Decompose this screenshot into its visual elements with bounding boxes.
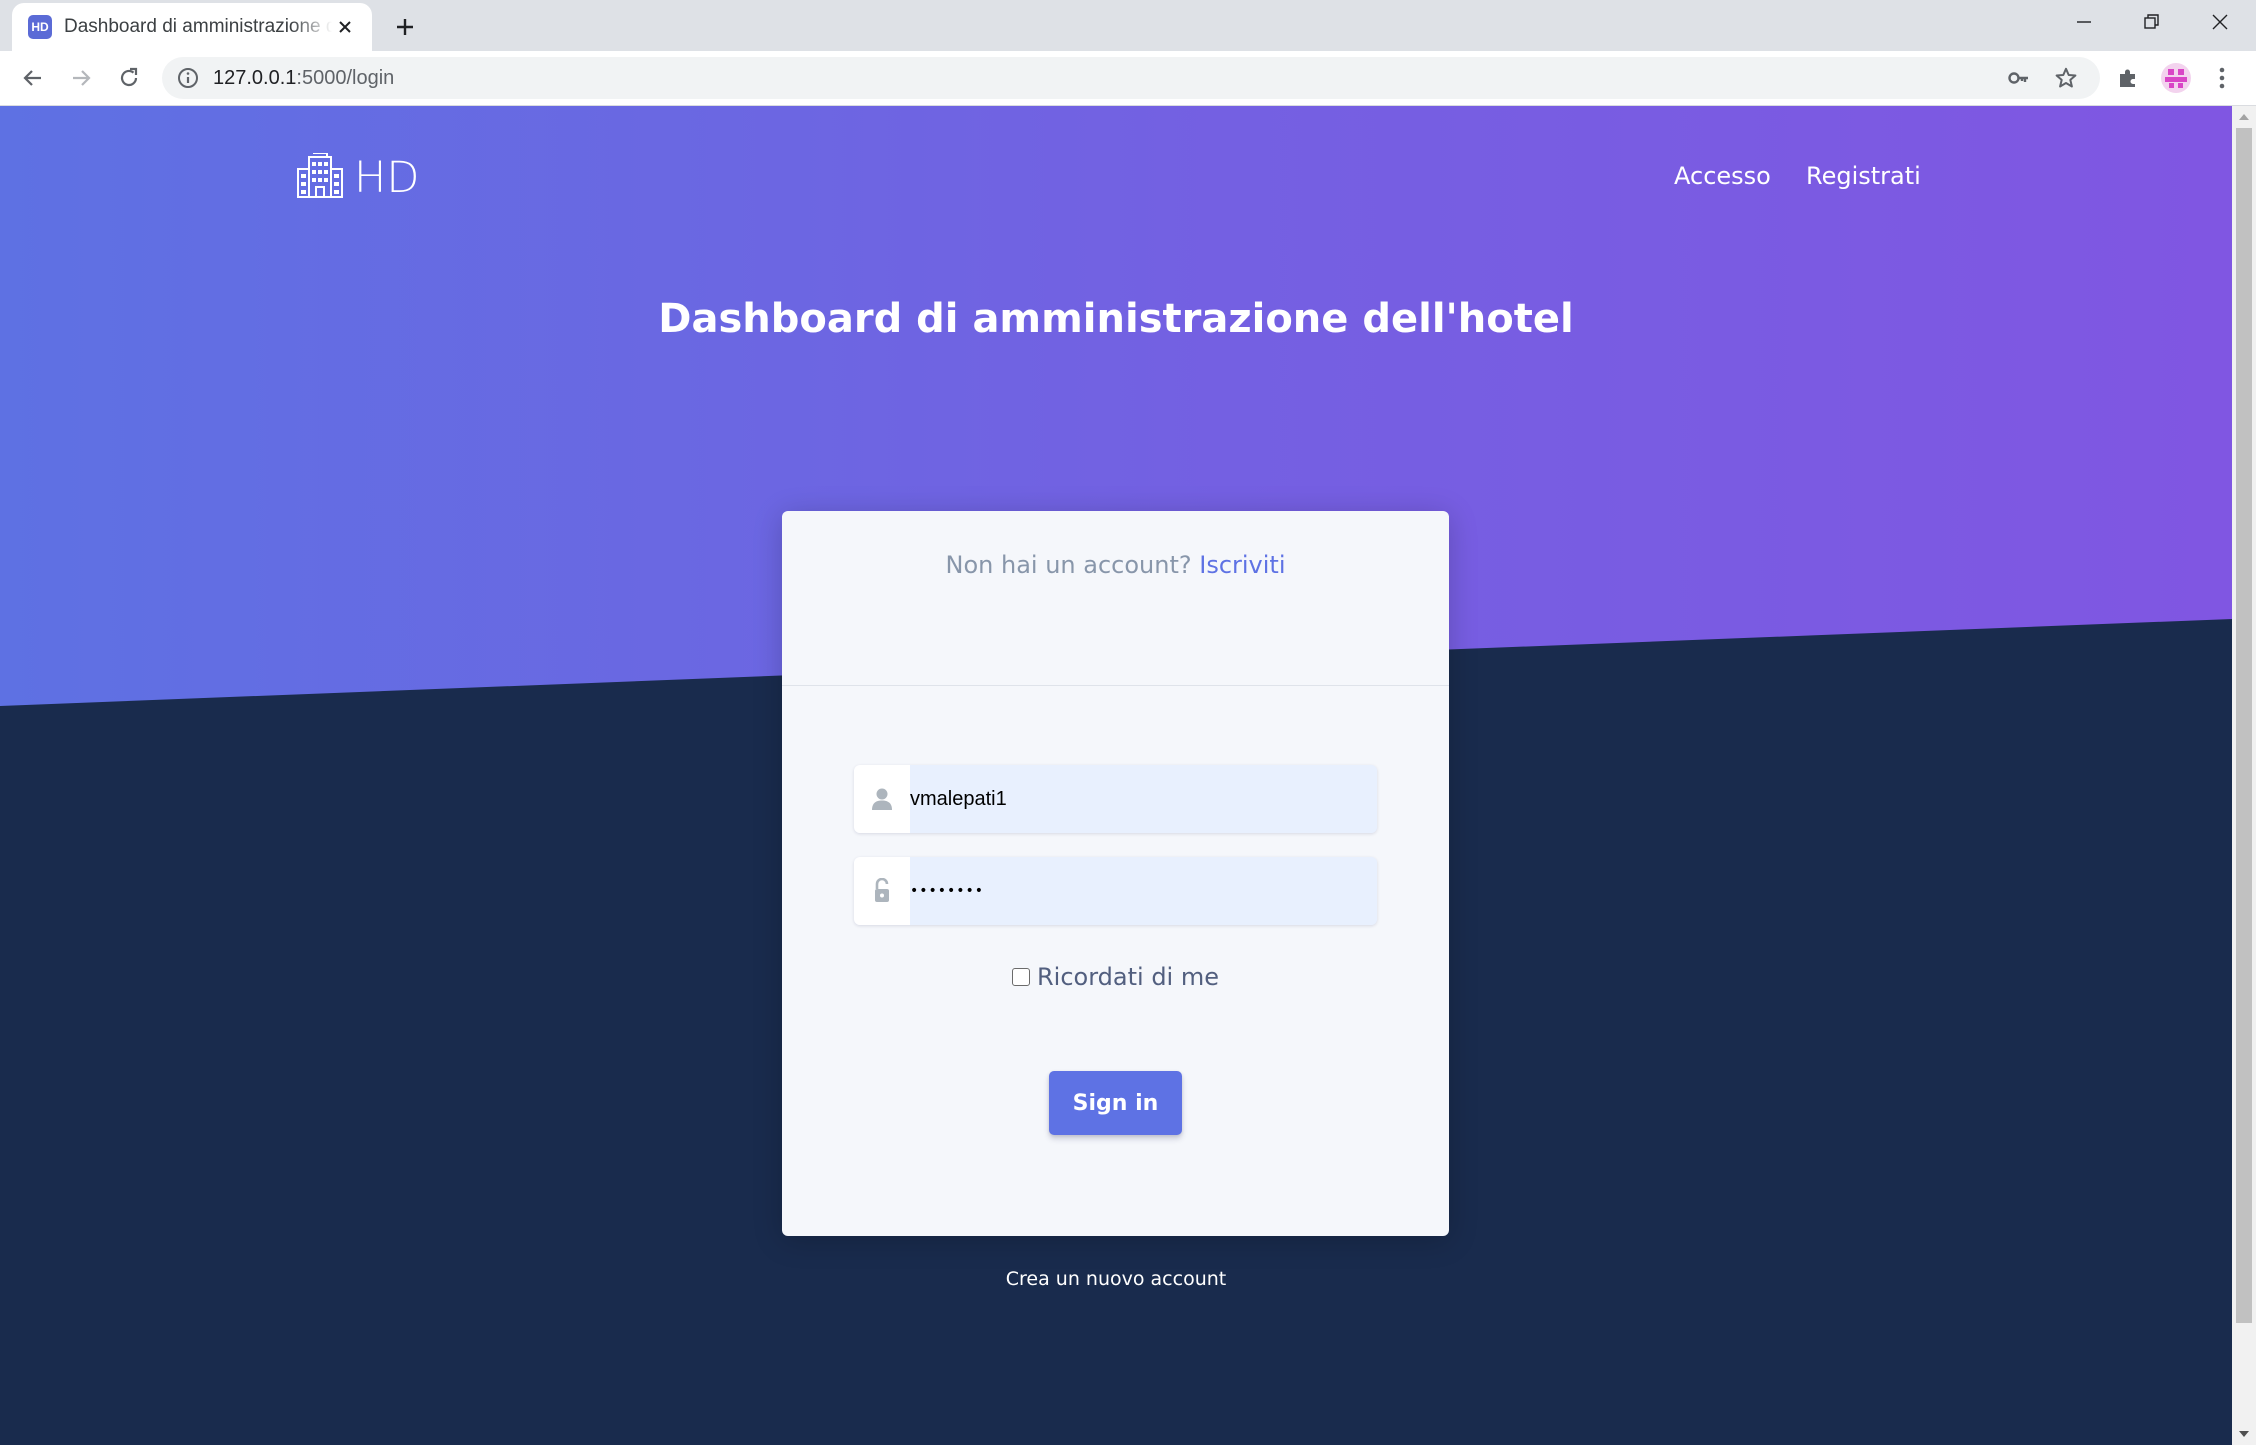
reload-icon[interactable]	[110, 59, 148, 97]
browser-toolbar: 127.0.0.1:5000/login	[0, 51, 2256, 106]
signup-prompt: Non hai un account? Iscriviti	[782, 551, 1449, 579]
nav-register-link[interactable]: Registrati	[1806, 156, 1921, 196]
kebab-menu-icon[interactable]	[2206, 62, 2238, 94]
username-input[interactable]	[910, 765, 1377, 833]
create-account-link[interactable]: Crea un nuovo account	[0, 1268, 2232, 1290]
window-close-icon[interactable]	[2186, 0, 2254, 44]
user-icon	[854, 765, 910, 833]
puzzle-icon[interactable]	[2112, 62, 2144, 94]
card-header: Non hai un account? Iscriviti	[782, 511, 1449, 686]
remember-label[interactable]: Ricordati di me	[1037, 963, 1219, 991]
scroll-down-icon[interactable]	[2238, 1428, 2250, 1440]
key-icon[interactable]	[2004, 64, 2032, 92]
arrow-right-icon[interactable]	[62, 59, 100, 97]
arrow-left-icon[interactable]	[14, 59, 52, 97]
address-bar[interactable]: 127.0.0.1:5000/login	[162, 57, 2100, 99]
minimize-icon[interactable]	[2050, 0, 2118, 44]
url-host: 127.0.0.1	[213, 67, 297, 89]
login-card: Non hai un account? Iscriviti Ricordati …	[782, 511, 1449, 1236]
nav-login-link[interactable]: Accesso	[1674, 156, 1771, 196]
avatar-icon[interactable]	[2160, 62, 2192, 94]
page-title: Dashboard di amministrazione dell'hotel	[658, 296, 1574, 342]
page-viewport: HD Accesso Registrati Dashboard di ammin…	[0, 106, 2232, 1445]
scrollbar-thumb[interactable]	[2236, 128, 2252, 1323]
browser-tab[interactable]: HD Dashboard di amministrazione dell'hot…	[12, 3, 372, 51]
close-icon[interactable]	[332, 14, 358, 40]
signup-prompt-text: Non hai un account?	[945, 551, 1192, 579]
plus-icon[interactable]	[388, 10, 422, 44]
tab-title: Dashboard di amministrazione dell'hotel	[64, 16, 332, 37]
password-input-group	[854, 857, 1377, 925]
password-input[interactable]	[910, 857, 1377, 925]
star-icon[interactable]	[2052, 64, 2080, 92]
brand-logo[interactable]: HD	[296, 150, 419, 206]
remember-me: Ricordati di me	[782, 963, 1449, 991]
page-scrollbar[interactable]	[2232, 106, 2256, 1445]
tab-favicon-icon: HD	[28, 15, 52, 39]
sign-in-button[interactable]: Sign in	[1049, 1071, 1182, 1135]
restore-icon[interactable]	[2118, 0, 2186, 44]
url-path: :5000/login	[296, 67, 395, 89]
brand-text: HD	[354, 153, 420, 203]
username-input-group	[854, 765, 1377, 833]
url-text: 127.0.0.1:5000/login	[213, 57, 394, 99]
building-icon	[296, 151, 344, 204]
browser-tab-strip: HD Dashboard di amministrazione dell'hot…	[0, 0, 2256, 51]
lock-open-icon	[854, 857, 910, 925]
remember-checkbox[interactable]	[1012, 968, 1030, 986]
signup-link[interactable]: Iscriviti	[1199, 551, 1285, 579]
info-icon[interactable]	[176, 66, 200, 90]
scroll-up-icon[interactable]	[2238, 111, 2250, 123]
